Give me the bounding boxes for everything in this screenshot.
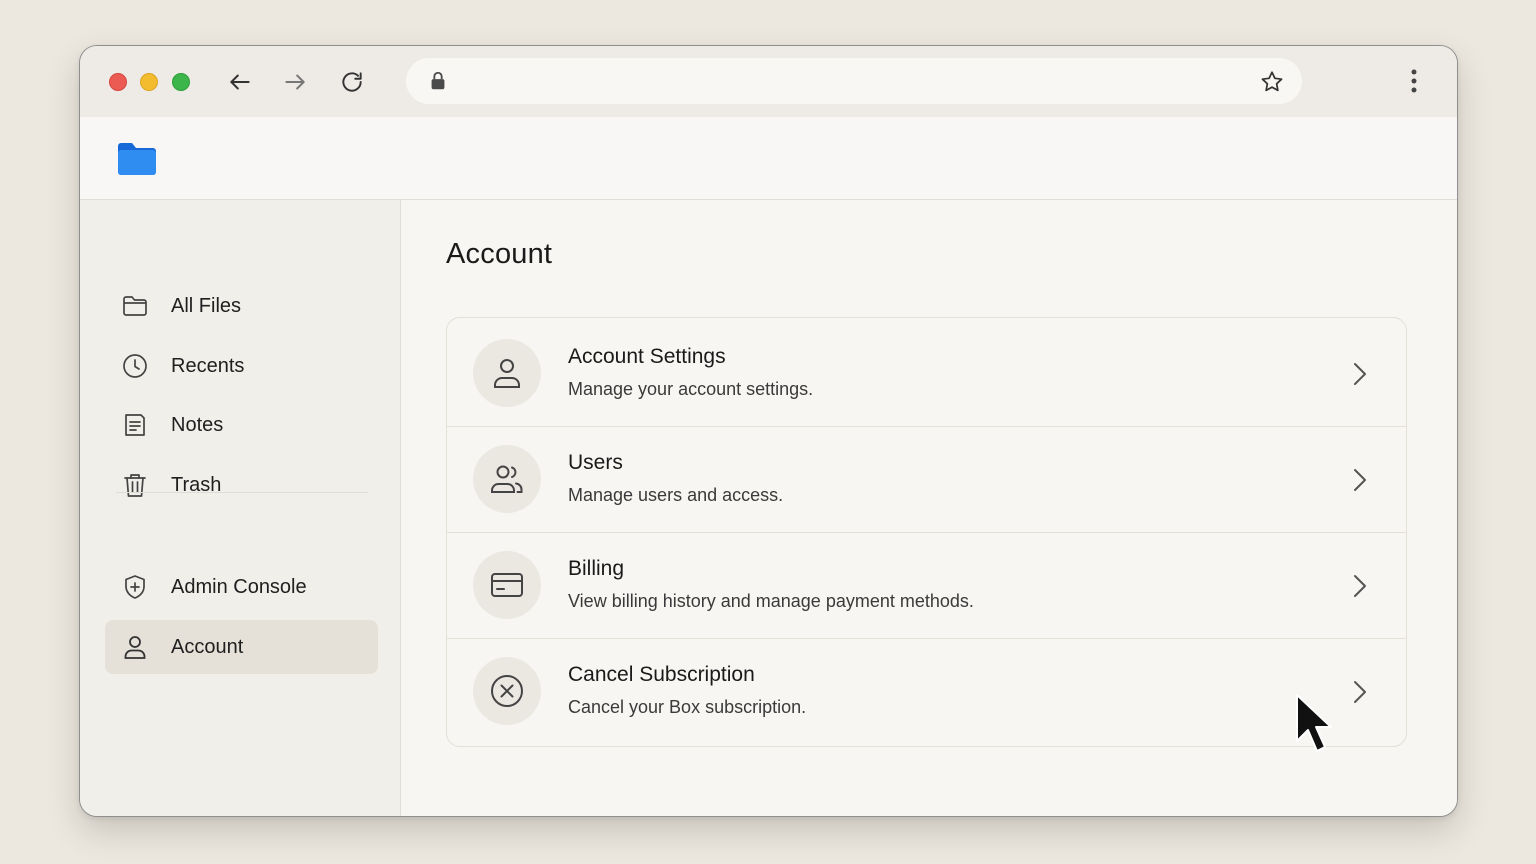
kebab-menu-icon — [1411, 69, 1417, 93]
credit-card-icon — [491, 573, 523, 597]
sidebar-item-label: Notes — [171, 414, 224, 436]
browser-toolbar — [80, 46, 1457, 117]
back-button[interactable] — [225, 67, 255, 97]
browser-window: All Files Recents Notes Trash Admin Cons… — [79, 45, 1458, 817]
shield-plus-icon — [125, 575, 145, 599]
row-title: Users — [568, 451, 623, 474]
sidebar-divider — [116, 492, 368, 493]
sidebar-item-label: Account — [171, 636, 244, 658]
users-icon-circle — [473, 445, 541, 513]
arrow-right-icon — [285, 74, 305, 90]
reload-button[interactable] — [337, 67, 367, 97]
sidebar-item-account[interactable]: Account — [105, 620, 378, 674]
row-description: Cancel your Box subscription. — [568, 697, 807, 717]
chevron-right-icon — [1354, 469, 1366, 491]
row-description: Manage your account settings. — [568, 379, 814, 399]
user-icon — [494, 359, 520, 388]
sidebar-item-label: All Files — [171, 295, 242, 317]
row-description: Manage users and access. — [568, 485, 784, 505]
sidebar-item-label: Admin Console — [171, 576, 307, 598]
account-settings-row[interactable]: Account Settings Manage your account set… — [447, 318, 1406, 426]
billing-icon-circle — [473, 551, 541, 619]
chevron-right-icon — [1354, 575, 1366, 597]
close-window-button[interactable] — [109, 73, 127, 91]
maximize-window-button[interactable] — [172, 73, 190, 91]
url-input[interactable] — [462, 66, 1246, 98]
chevron-right-icon — [1354, 681, 1366, 703]
cancel-subscription-row[interactable]: Cancel Subscription Cancel your Box subs… — [447, 638, 1406, 746]
forward-button[interactable] — [280, 67, 310, 97]
trash-icon — [124, 474, 146, 497]
users-icon — [491, 465, 523, 493]
row-title: Billing — [568, 557, 625, 580]
row-title: Account Settings — [568, 345, 726, 368]
folder-icon — [123, 296, 147, 316]
cancel-subscription-icon-circle — [473, 657, 541, 725]
main-content: Account Account Settings Manage your acc… — [401, 200, 1457, 816]
page-title: Account — [446, 238, 553, 270]
folder-logo-icon[interactable] — [116, 141, 158, 177]
account-options-list: Account Settings Manage your account set… — [446, 317, 1407, 747]
user-icon — [124, 636, 146, 659]
chevron-right-icon — [1354, 363, 1366, 385]
account-settings-icon-circle — [473, 339, 541, 407]
sidebar-item-trash[interactable]: Trash — [105, 458, 378, 512]
note-icon — [125, 414, 145, 436]
sidebar-item-label: Recents — [171, 355, 245, 377]
row-title: Cancel Subscription — [568, 663, 755, 686]
billing-row[interactable]: Billing View billing history and manage … — [447, 532, 1406, 638]
arrow-left-icon — [230, 74, 250, 90]
sidebar-item-notes[interactable]: Notes — [105, 398, 378, 452]
reload-icon — [342, 72, 362, 92]
sidebar: All Files Recents Notes Trash Admin Cons… — [80, 200, 401, 816]
clock-icon — [123, 354, 147, 378]
browser-menu-button[interactable] — [1399, 66, 1429, 96]
row-description: View billing history and manage payment … — [568, 591, 974, 611]
star-icon[interactable] — [1259, 69, 1285, 95]
app-header — [80, 117, 1457, 200]
lock-icon — [431, 71, 445, 90]
address-bar[interactable] — [406, 58, 1302, 104]
x-circle-icon — [491, 675, 523, 707]
sidebar-item-all-files[interactable]: All Files — [105, 279, 378, 333]
sidebar-item-admin-console[interactable]: Admin Console — [105, 560, 378, 614]
minimize-window-button[interactable] — [140, 73, 158, 91]
sidebar-item-recents[interactable]: Recents — [105, 339, 378, 393]
users-row[interactable]: Users Manage users and access. — [447, 426, 1406, 532]
